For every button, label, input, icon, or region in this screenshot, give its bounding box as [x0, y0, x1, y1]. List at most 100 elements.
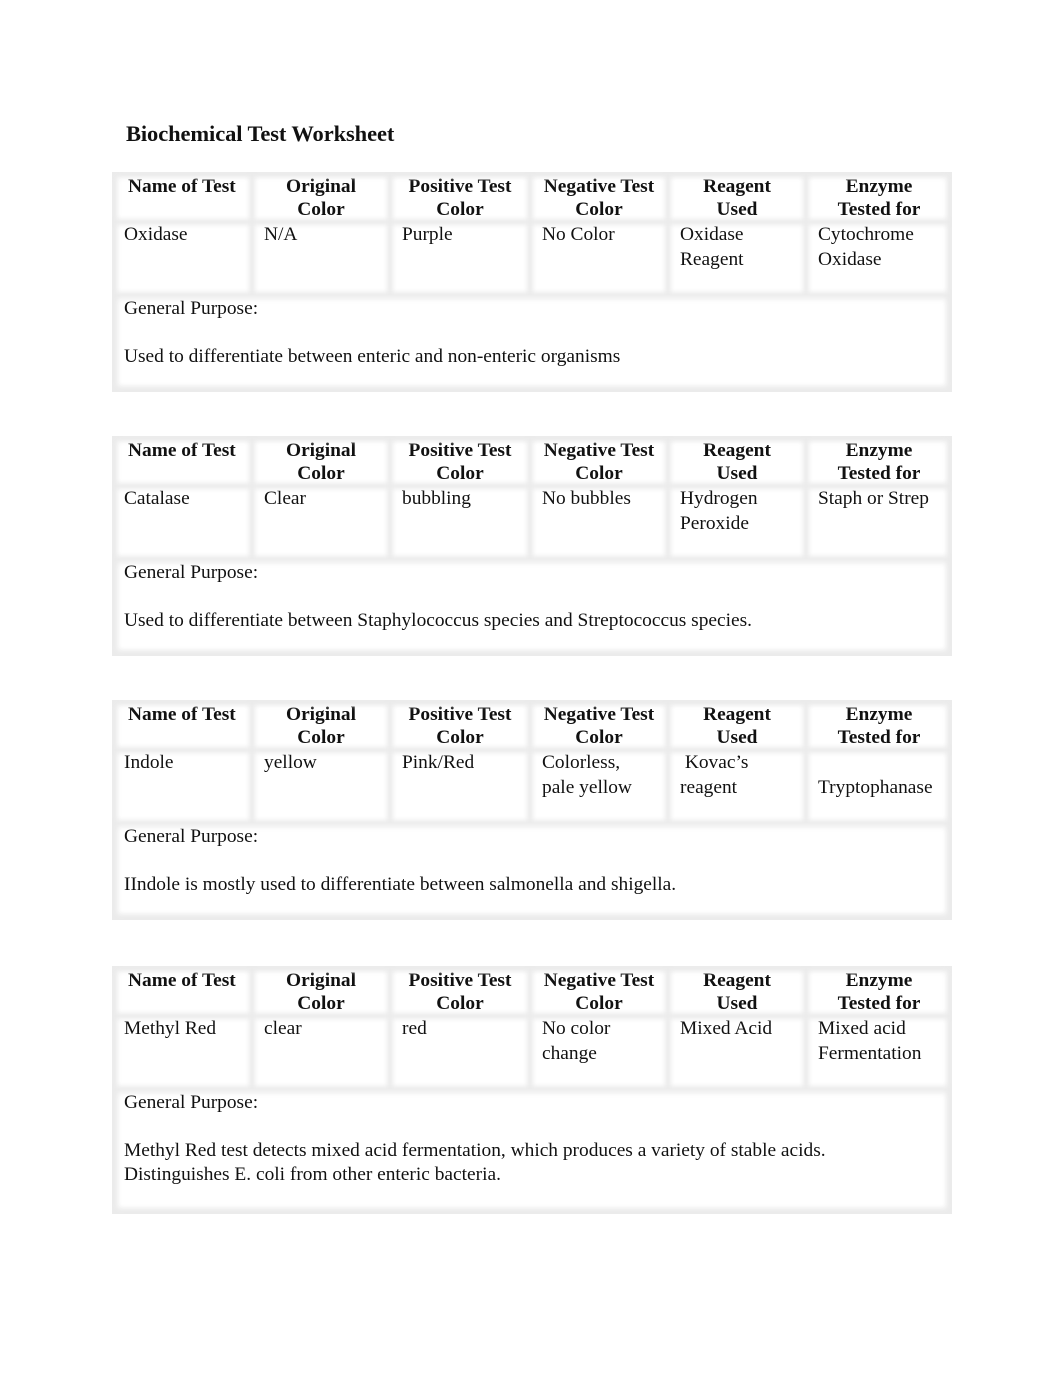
header-negative-test-color: Negative Test Color [530, 436, 668, 486]
cell-original-color: N/A [252, 222, 390, 295]
header-line: Used [716, 199, 758, 220]
header-line: Original [285, 176, 357, 197]
header-line: Color [575, 199, 623, 220]
header-name-of-test: Name of Test [112, 172, 252, 222]
header-reagent-used: Reagent Used [668, 172, 806, 222]
cell-name-of-test: Catalase [112, 486, 252, 559]
header-line: Enzyme [845, 440, 913, 461]
header-line: Original [285, 704, 357, 725]
header-line: Enzyme [845, 704, 913, 725]
header-enzyme-tested-for: Enzyme Tested for [806, 966, 952, 1016]
header-negative-test-color: Negative Test Color [530, 966, 668, 1016]
cell-positive-test-color: Purple [390, 222, 530, 295]
header-line: Negative Test [543, 704, 655, 725]
general-purpose-row: General Purpose: Methyl Red test detects … [112, 1089, 952, 1214]
header-line: Name of Test [128, 176, 236, 197]
header-line: Color [436, 199, 484, 220]
header-enzyme-tested-for: Enzyme Tested for [806, 172, 952, 222]
general-purpose-text: IIndole is mostly used to differentiate … [124, 874, 677, 895]
cell-positive-test-color: red [390, 1016, 530, 1089]
header-line: Color [436, 727, 484, 748]
header-positive-test-color: Positive Test Color [390, 700, 530, 750]
cell-enzyme-tested-for: Staph or Strep [806, 486, 952, 559]
cell-reagent-used: Hydrogen Peroxide [668, 486, 806, 559]
general-purpose-label: General Purpose: [124, 562, 259, 583]
header-line: Used [716, 993, 758, 1014]
header-line: Color [436, 993, 484, 1014]
general-purpose-text: Used to differentiate between enteric an… [124, 346, 621, 367]
header-line: Reagent [703, 440, 771, 461]
test-table-oxidase: Name of Test Original Color Positive Test C… [112, 172, 952, 392]
cell-negative-test-color: No color change [530, 1016, 668, 1089]
header-line: Tested for [837, 727, 921, 748]
header-reagent-used: Reagent Used [668, 966, 806, 1016]
general-purpose-label: General Purpose: [124, 298, 259, 319]
header-original-color: Original Color [252, 966, 390, 1016]
header-line: Enzyme [845, 176, 913, 197]
general-purpose-row: General Purpose: Used to differentiate be… [112, 295, 952, 392]
test-table-indole: Name of Test Original Color Positive Test C… [112, 700, 952, 920]
cell-name-of-test: Methyl Red [112, 1016, 252, 1089]
header-negative-test-color: Negative Test Color [530, 700, 668, 750]
header-line: Reagent [703, 970, 771, 991]
general-purpose-row: General Purpose: IIndole is mostly used t… [112, 823, 952, 920]
header-line: Tested for [837, 463, 921, 484]
header-name-of-test: Name of Test [112, 700, 252, 750]
header-line: Negative Test [543, 440, 655, 461]
header-line [128, 726, 252, 749]
cell-enzyme-tested-for: Tryptophanase [806, 750, 952, 823]
general-purpose-label: General Purpose: [124, 1092, 259, 1113]
header-positive-test-color: Positive Test Color [390, 966, 530, 1016]
cell-positive-test-color: bubbling [390, 486, 530, 559]
general-purpose-text: Used to differentiate between Staphyloco… [124, 610, 753, 631]
header-enzyme-tested-for: Enzyme Tested for [806, 436, 952, 486]
cell-reagent-used: Oxidase Reagent [668, 222, 806, 295]
header-original-color: Original Color [252, 436, 390, 486]
header-line: Color [436, 463, 484, 484]
header-name-of-test: Name of Test [112, 436, 252, 486]
page-title: Biochemical Test Worksheet [126, 121, 395, 146]
header-line: Color [575, 727, 623, 748]
header-line: Used [716, 463, 758, 484]
cell-enzyme-tested-for: Cytochrome Oxidase [806, 222, 952, 295]
cell-original-color: clear [252, 1016, 390, 1089]
header-line: Reagent [703, 176, 771, 197]
general-purpose-row: General Purpose: Used to differentiate be… [112, 559, 952, 656]
header-line: Color [297, 199, 345, 220]
header-line: Name of Test [128, 704, 236, 725]
header-positive-test-color: Positive Test Color [390, 436, 530, 486]
header-line [128, 992, 252, 1015]
header-line: Reagent [703, 704, 771, 725]
header-reagent-used: Reagent Used [668, 700, 806, 750]
header-line: Name of Test [128, 440, 236, 461]
header-negative-test-color: Negative Test Color [530, 172, 668, 222]
cell-positive-test-color: Pink/Red [390, 750, 530, 823]
cell-negative-test-color: Colorless, pale yellow [530, 750, 668, 823]
header-name-of-test: Name of Test [112, 966, 252, 1016]
header-line: Positive Test [408, 970, 512, 991]
header-positive-test-color: Positive Test Color [390, 172, 530, 222]
header-line [128, 462, 252, 485]
header-line: Used [716, 727, 758, 748]
header-line: Color [297, 463, 345, 484]
header-line [128, 198, 252, 221]
header-line: Original [285, 970, 357, 991]
header-original-color: Original Color [252, 172, 390, 222]
header-line: Name of Test [128, 970, 236, 991]
header-line: Original [285, 440, 357, 461]
header-line: Positive Test [408, 704, 512, 725]
general-purpose-label: General Purpose: [124, 826, 259, 847]
header-original-color: Original Color [252, 700, 390, 750]
general-purpose-text: Methyl Red test detects mixed acid ferme… [124, 1140, 826, 1185]
header-line: Positive Test [408, 440, 512, 461]
cell-reagent-used: Mixed Acid [668, 1016, 806, 1089]
cell-name-of-test: Oxidase [112, 222, 252, 295]
header-reagent-used: Reagent Used [668, 436, 806, 486]
cell-original-color: yellow [252, 750, 390, 823]
header-line: Color [297, 727, 345, 748]
cell-negative-test-color: No Color [530, 222, 668, 295]
cell-enzyme-tested-for: Mixed acid Fermentation [806, 1016, 952, 1089]
test-table-catalase: Name of Test Original Color Positive Test C… [112, 436, 952, 656]
cell-negative-test-color: No bubbles [530, 486, 668, 559]
header-line: Negative Test [543, 970, 655, 991]
